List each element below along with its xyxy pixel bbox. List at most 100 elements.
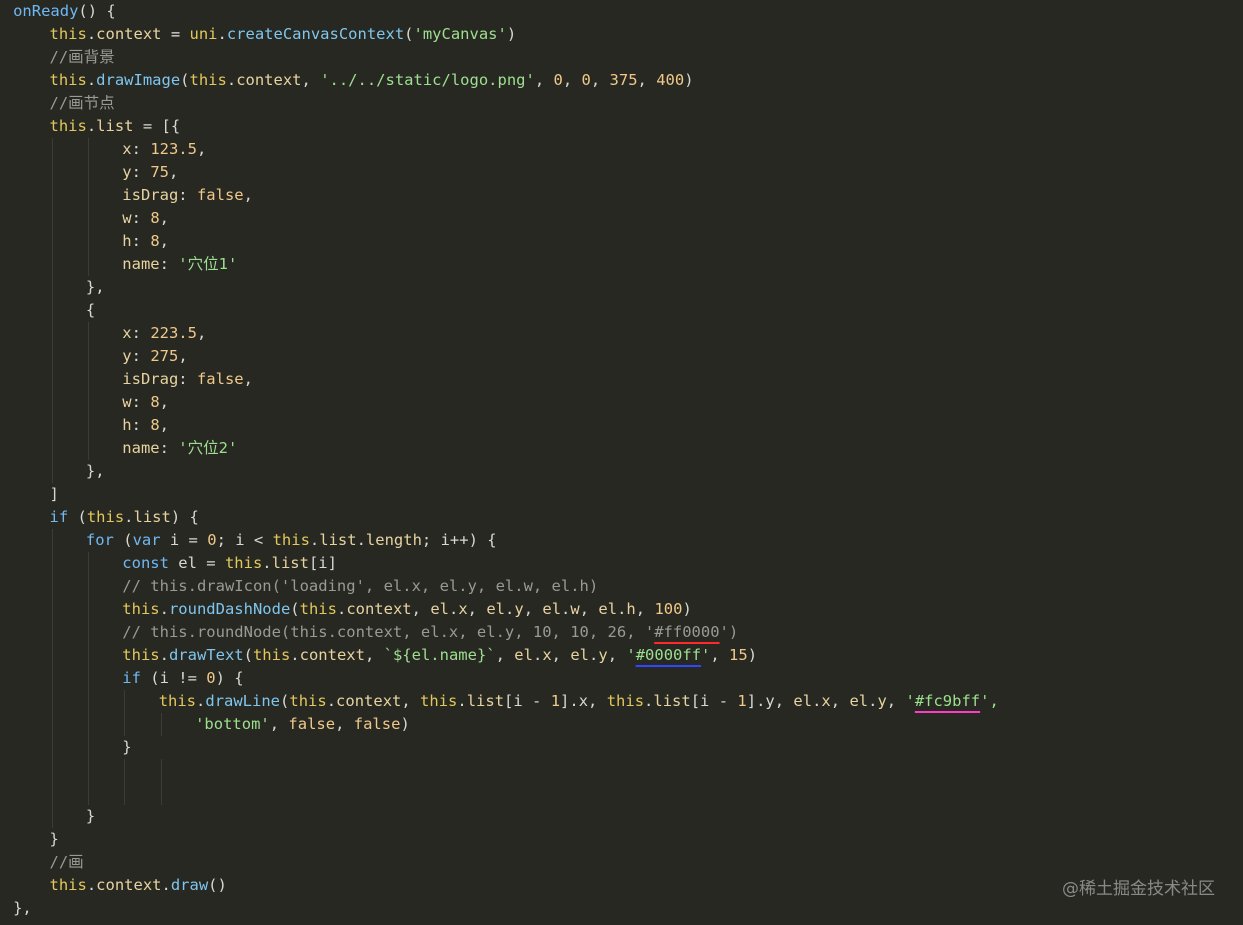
code-line[interactable]: { <box>86 299 95 322</box>
indent-guide <box>87 552 89 805</box>
code-line[interactable]: isDrag: false, <box>122 368 253 391</box>
code-token: . <box>86 71 97 89</box>
code-token: 8 <box>150 393 160 411</box>
indent-guide <box>87 138 89 276</box>
code-line[interactable]: x: 223.5, <box>122 322 206 345</box>
code-token: 15 <box>729 646 748 664</box>
code-token: . <box>326 692 337 710</box>
code-token: ') <box>719 623 739 641</box>
code-line[interactable]: ] <box>50 483 59 506</box>
code-token: : <box>159 255 179 273</box>
code-token: , <box>196 140 207 158</box>
code-line[interactable]: h: 8, <box>122 230 169 253</box>
code-line[interactable]: this.roundDashNode(this.context, el.x, e… <box>122 598 691 621</box>
code-token: , <box>196 324 207 342</box>
code-token: , <box>178 347 188 365</box>
code-token: , <box>411 600 431 618</box>
code-token: ( <box>404 25 414 43</box>
watermark: @稀土掘金技术社区 <box>1062 879 1215 899</box>
code-line[interactable]: // this.drawIcon('loading', el.x, el.y, … <box>122 575 598 598</box>
code-token: ].y, <box>746 692 794 710</box>
code-token: = [{ <box>133 117 181 135</box>
code-token: [i] <box>308 554 337 572</box>
code-line[interactable]: w: 8, <box>122 207 169 230</box>
code-line[interactable]: isDrag: false, <box>122 184 253 207</box>
code-line[interactable]: onReady() { <box>13 0 116 23</box>
code-line[interactable]: }, <box>86 460 105 483</box>
code-line[interactable]: //画背景 <box>50 46 115 69</box>
code-line[interactable]: h: 8, <box>122 414 169 437</box>
code-token: #0000ff <box>635 646 702 664</box>
code-line[interactable]: name: '穴位2' <box>122 437 237 460</box>
code-token: drawText <box>168 646 244 664</box>
code-line[interactable]: 'bottom', false, false) <box>195 713 410 736</box>
code-line[interactable]: for (var i = 0; i < this.list.length; i+… <box>86 529 497 552</box>
code-token: x <box>542 646 552 664</box>
code-token: ; i < <box>216 531 273 549</box>
code-token: x <box>458 600 468 618</box>
code-token: , <box>551 646 571 664</box>
code-token: list <box>271 554 309 572</box>
code-token: ( <box>180 71 190 89</box>
code-token: el <box>486 600 506 618</box>
code-token: this <box>252 646 291 664</box>
code-line[interactable]: name: '穴位1' <box>122 253 237 276</box>
code-line[interactable]: this.context.draw() <box>50 874 227 897</box>
code-token: 8 <box>150 416 160 434</box>
code-line[interactable]: //画节点 <box>50 92 115 115</box>
code-line[interactable]: // this.roundNode(this.context, el.x, el… <box>122 621 738 644</box>
code-token: false <box>196 370 244 388</box>
code-line[interactable]: y: 275, <box>122 345 187 368</box>
code-line[interactable]: if (i != 0) { <box>122 667 243 690</box>
code-token: #fc9bff <box>914 692 981 710</box>
code-token: . <box>217 25 227 43</box>
code-token: . <box>457 692 467 710</box>
code-token: { <box>85 301 96 319</box>
code-token: ( <box>113 531 133 549</box>
code-token: , <box>159 393 169 411</box>
code-token: //画背景 <box>49 48 115 66</box>
code-line[interactable]: w: 8, <box>122 391 169 414</box>
code-line[interactable]: this.list = [{ <box>50 115 181 138</box>
code-line[interactable]: const el = this.list[i] <box>122 552 337 575</box>
code-token: this <box>122 646 160 664</box>
code-token: y <box>122 163 132 181</box>
code-token: () <box>208 876 227 894</box>
code-editor[interactable]: onReady() {this.context = uni.createCanv… <box>0 0 1243 925</box>
code-line[interactable]: if (this.list) { <box>50 506 199 529</box>
code-token: false <box>288 715 336 733</box>
code-line[interactable]: this.context = uni.createCanvasContext('… <box>50 23 517 46</box>
code-line[interactable]: this.drawLine(this.context, this.list[i … <box>159 690 999 713</box>
code-token: `${el.name}` <box>383 646 496 664</box>
code-token: //画节点 <box>49 94 115 112</box>
code-token: this <box>606 692 645 710</box>
code-line[interactable]: y: 75, <box>122 161 178 184</box>
code-token: 375 <box>609 71 638 89</box>
code-token: this <box>289 692 327 710</box>
code-line[interactable]: } <box>122 736 131 759</box>
code-token: : <box>159 439 179 457</box>
code-line[interactable]: }, <box>86 276 105 299</box>
code-token: : <box>178 370 197 388</box>
code-line[interactable]: this.drawImage(this.context, '../../stat… <box>50 69 694 92</box>
indent-guide <box>51 529 53 828</box>
code-line[interactable]: x: 123.5, <box>122 138 206 161</box>
code-line[interactable]: //画 <box>50 851 84 874</box>
code-token: x <box>821 692 831 710</box>
code-line[interactable]: } <box>86 805 95 828</box>
code-token: }, <box>85 278 105 296</box>
code-line[interactable]: } <box>50 828 59 851</box>
code-token: , <box>243 370 253 388</box>
code-token: . <box>644 692 654 710</box>
code-line[interactable]: this.drawText(this.context, `${el.name}`… <box>122 644 757 667</box>
code-token: ) { <box>170 508 199 526</box>
code-token: this <box>158 692 197 710</box>
code-token: uni <box>189 25 218 43</box>
code-token: 275 <box>150 347 179 365</box>
code-token: . <box>159 646 169 664</box>
indent-guide <box>160 759 162 805</box>
code-token: (i != <box>140 669 207 687</box>
code-line[interactable]: }, <box>13 897 32 920</box>
code-token: this <box>224 554 263 572</box>
code-token: list <box>319 531 357 549</box>
